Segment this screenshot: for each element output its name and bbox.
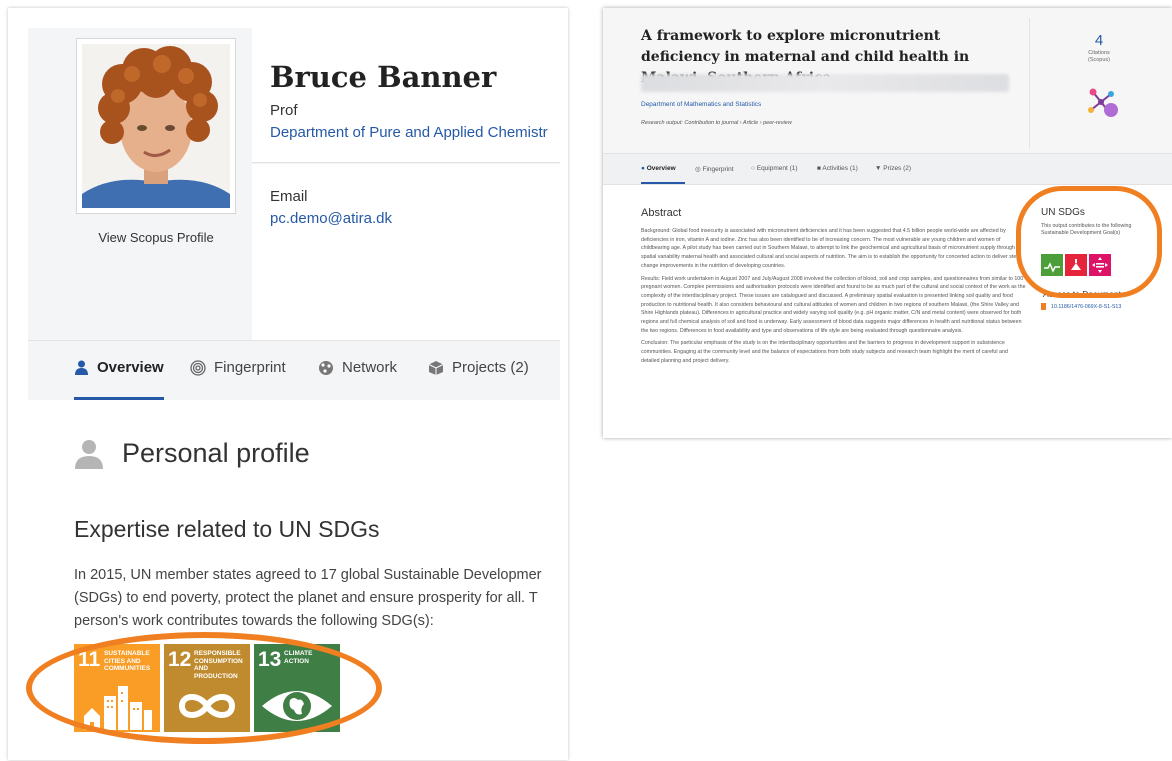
sdg-description: In 2015, UN member states agreed to 17 g…: [74, 567, 542, 629]
rtab-activities[interactable]: ■ Activities (1): [817, 165, 858, 172]
tab-fingerprint-label: Fingerprint: [214, 359, 286, 376]
abstract-paragraph: Results: Field work undertaken in August…: [641, 275, 1026, 334]
tab-projects[interactable]: Projects (2): [428, 359, 529, 376]
un-sdgs-highlight-ring: [1016, 186, 1162, 298]
rtab-equipment-label: Equipment (1): [756, 165, 798, 172]
tab-overview-label: Overview: [97, 359, 164, 376]
abstract-paragraph: Background: Global food insecurity is as…: [641, 228, 1020, 269]
personal-profile-title: Personal profile: [122, 438, 310, 468]
research-output-header: A framework to explore micronutrient def…: [603, 8, 1172, 153]
document-icon: [1041, 303, 1046, 310]
tab-network[interactable]: Network: [318, 359, 397, 376]
rtab-overview[interactable]: ● Overview: [641, 165, 676, 172]
profile-photo: [82, 44, 230, 208]
blurred-authors: [641, 74, 1009, 92]
profile-header: View Scopus Profile Bruce Banner Prof De…: [28, 28, 560, 340]
profile-photo-frame: [76, 38, 236, 214]
email-link[interactable]: pc.demo@atira.dk: [270, 210, 392, 227]
citation-label: Citations (Scopus): [1087, 50, 1110, 63]
projects-icon: [428, 360, 444, 375]
rtab-activities-label: Activities (1): [822, 165, 858, 172]
email-section: Email pc.demo@atira.dk: [252, 164, 560, 340]
active-tab-indicator: [74, 397, 164, 400]
tab-projects-label: Projects (2): [452, 359, 529, 376]
email-label: Email: [270, 188, 308, 205]
sdg-expertise-heading: Expertise related to UN SDGs: [74, 516, 380, 542]
active-tab-indicator: [641, 182, 685, 184]
rtab-equipment[interactable]: ○ Equipment (1): [751, 165, 798, 172]
profile-tab-bar: Overview Fingerprint Network Projects (2…: [28, 340, 560, 400]
abstract-body: Background: Global food insecurity is as…: [641, 227, 1027, 370]
person-name: Bruce Banner: [270, 60, 497, 94]
tab-fingerprint[interactable]: Fingerprint: [190, 359, 286, 376]
personal-profile-heading: Personal profile: [74, 438, 310, 469]
sdg-highlight-ring: [26, 632, 382, 744]
network-icon: [319, 360, 333, 375]
citation-count[interactable]: 4: [1079, 32, 1119, 49]
research-output-department-link[interactable]: Department of Mathematics and Statistics: [641, 101, 761, 108]
rtab-fingerprint[interactable]: ◎ Fingerprint: [695, 165, 734, 173]
fingerprint-graphic-icon[interactable]: [1083, 86, 1123, 120]
research-output-tab-bar: ● Overview ◎ Fingerprint ○ Equipment (1)…: [603, 153, 1172, 185]
rtab-prizes[interactable]: ▼ Prizes (2): [875, 165, 911, 172]
profile-panel: View Scopus Profile Bruce Banner Prof De…: [8, 8, 568, 760]
person-icon: [75, 439, 103, 469]
doi-link[interactable]: 10.1186/1476-069X-8-S1-S13: [1051, 304, 1121, 310]
rtab-fingerprint-label: Fingerprint: [702, 166, 734, 173]
fingerprint-icon: [190, 359, 206, 376]
view-scopus-profile-link[interactable]: View Scopus Profile: [76, 230, 236, 245]
person-title: Prof: [270, 102, 298, 119]
person-department-link[interactable]: Department of Pure and Applied Chemistr: [270, 124, 548, 141]
person-icon: [75, 360, 88, 375]
header-divider: [1029, 18, 1030, 148]
rtab-overview-label: Overview: [646, 165, 676, 172]
abstract-heading: Abstract: [641, 207, 682, 219]
research-output-type: Research output: Contribution to journal…: [641, 120, 792, 126]
tab-overview[interactable]: Overview: [74, 359, 164, 376]
tab-network-label: Network: [342, 359, 398, 376]
person-details: Bruce Banner Prof Department of Pure and…: [252, 28, 560, 163]
rtab-prizes-label: Prizes (2): [883, 165, 912, 172]
abstract-paragraph: Conclusion: The particular emphasis of t…: [641, 340, 1008, 364]
